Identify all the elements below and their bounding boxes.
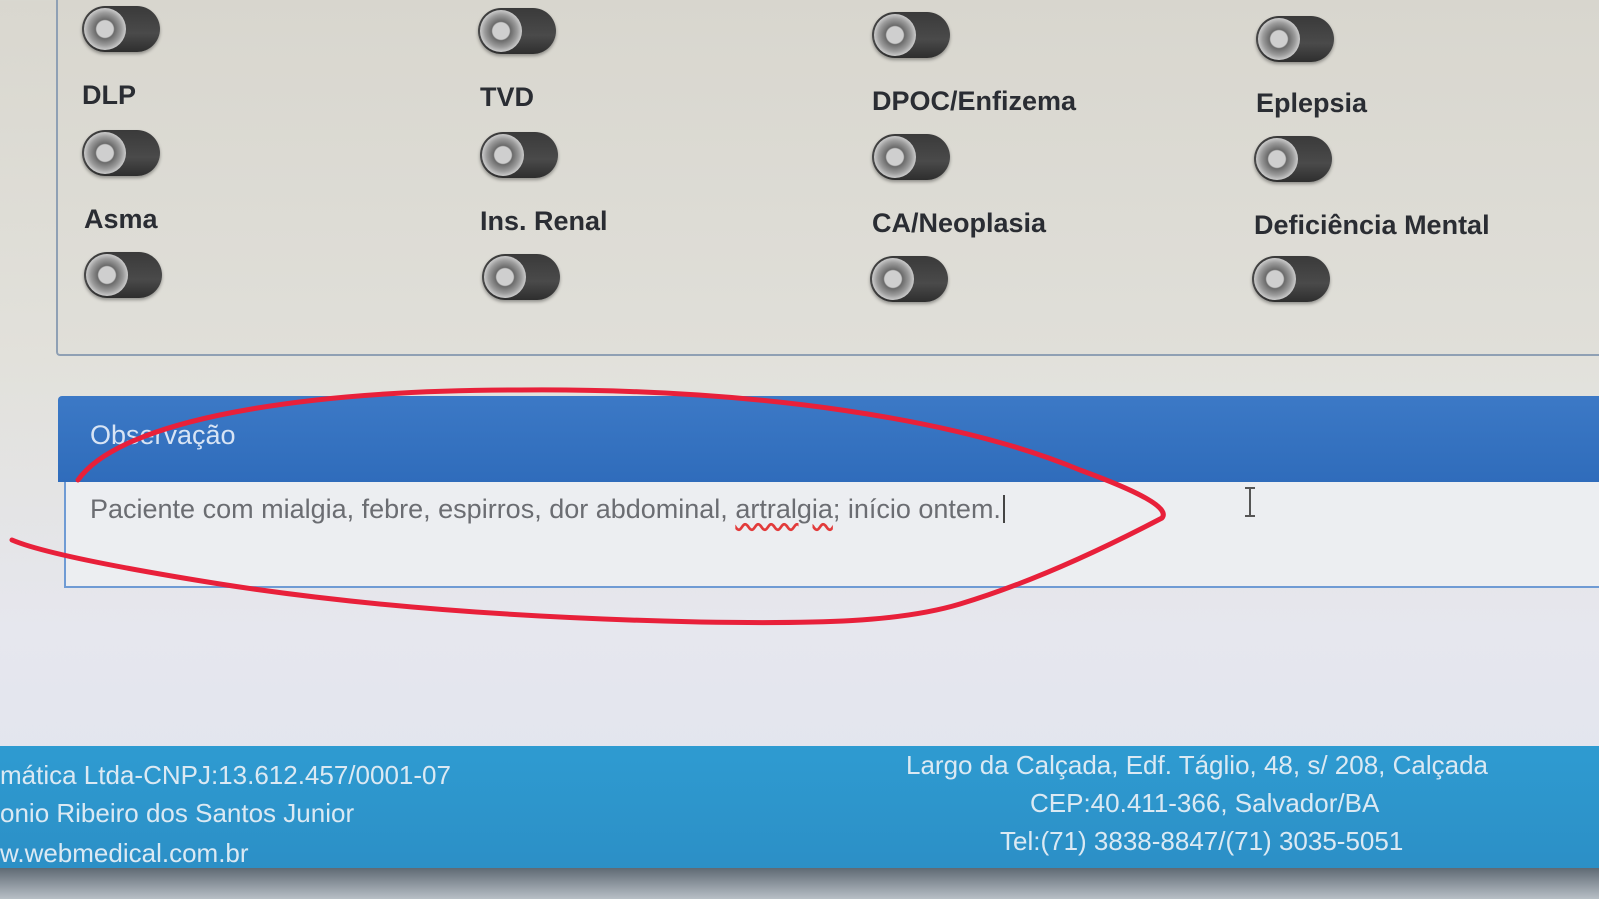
toggle-row0-col3[interactable] [872, 12, 950, 58]
observacao-card: Observação Paciente com mialgia, febre, … [58, 396, 1599, 592]
condition-label-ca-neoplasia: CA/Neoplasia [872, 208, 1047, 238]
condition-label-dlp: DLP [82, 80, 136, 110]
observacao-text-before: Paciente com mialgia, febre, espirros, d… [90, 494, 736, 524]
conditions-panel [56, 0, 1599, 356]
toggle-knob [1254, 258, 1296, 300]
observacao-textarea[interactable]: Paciente com mialgia, febre, espirros, d… [64, 482, 1599, 588]
footer-person: onio Ribeiro dos Santos Junior [0, 798, 355, 828]
toggle-row0-col1[interactable] [82, 6, 160, 52]
footer-tel: Tel:(71) 3838-8847/(71) 3035-5051 [1000, 826, 1404, 856]
condition-label-dpoc: DPOC/Enfizema [872, 86, 1077, 116]
toggle-knob [484, 256, 526, 298]
footer-cep: CEP:40.411-366, Salvador/BA [1030, 788, 1380, 818]
toggle-ins-renal[interactable] [482, 254, 560, 300]
toggle-knob [480, 10, 522, 52]
observacao-title: Observação [90, 420, 236, 450]
toggle-dlp[interactable] [82, 130, 160, 176]
condition-label-deficiencia-mental: Deficiência Mental [1254, 210, 1490, 240]
condition-label-asma: Asma [84, 204, 158, 234]
toggle-knob [1256, 138, 1298, 180]
toggle-knob [874, 14, 916, 56]
toggle-dpoc[interactable] [872, 134, 950, 180]
bottom-strip [0, 868, 1599, 899]
toggle-knob [84, 132, 126, 174]
footer-address: Largo da Calçada, Edf. Táglio, 48, s/ 20… [906, 750, 1489, 780]
toggle-knob [482, 134, 524, 176]
misspelled-word: artralgia [735, 494, 833, 524]
observacao-text: Paciente com mialgia, febre, espirros, d… [90, 494, 1005, 525]
toggle-knob [86, 254, 128, 296]
ibeam-cursor-icon [1245, 487, 1255, 517]
condition-label-tvd: TVD [480, 82, 534, 112]
toggle-knob [1258, 18, 1300, 60]
toggle-ca-neoplasia[interactable] [870, 256, 948, 302]
toggle-deficiencia-mental[interactable] [1252, 256, 1330, 302]
condition-label-eplepsia: Eplepsia [1256, 88, 1368, 118]
observacao-text-after: ; início ontem. [832, 494, 1001, 524]
observacao-header: Observação [58, 396, 1599, 482]
footer-company: mática Ltda-CNPJ:13.612.457/0001-07 [0, 760, 451, 790]
toggle-row0-col2[interactable] [478, 8, 556, 54]
toggle-row0-col4[interactable] [1256, 16, 1334, 62]
toggle-eplepsia[interactable] [1254, 136, 1332, 182]
toggle-knob [84, 8, 126, 50]
toggle-knob [872, 258, 914, 300]
toggle-tvd[interactable] [480, 132, 558, 178]
toggle-knob [874, 136, 916, 178]
footer: mática Ltda-CNPJ:13.612.457/0001-07 onio… [0, 746, 1599, 870]
condition-label-ins-renal: Ins. Renal [480, 206, 608, 236]
toggle-asma[interactable] [84, 252, 162, 298]
text-caret [1002, 495, 1005, 523]
footer-website[interactable]: w.webmedical.com.br [0, 838, 249, 869]
